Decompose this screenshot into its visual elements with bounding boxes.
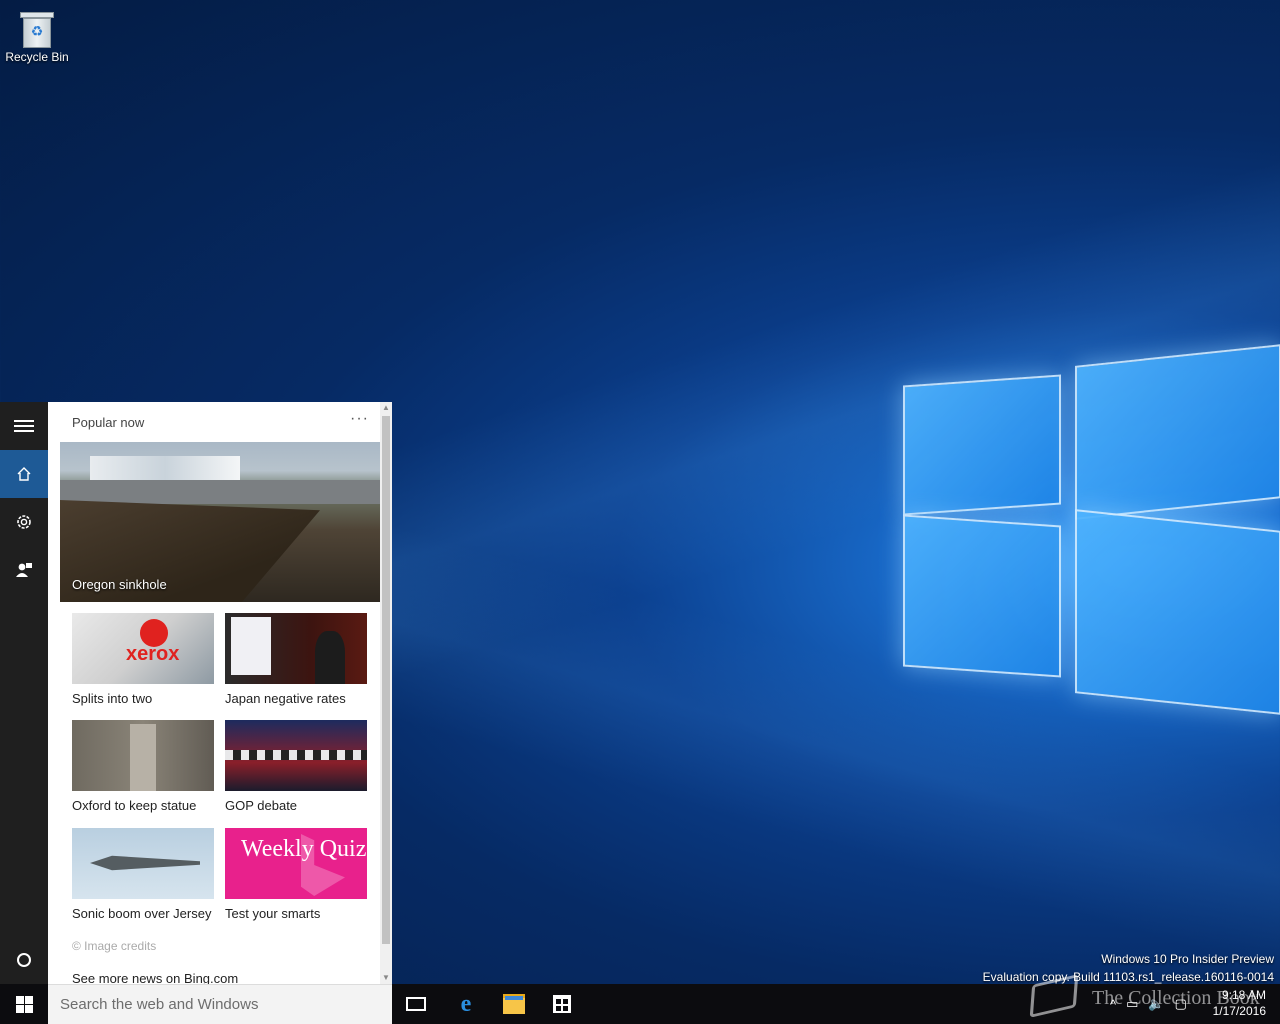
cortana-panel: Popular now ··· Oregon sinkhole xerox Sp… bbox=[48, 402, 392, 986]
news-caption: Oxford to keep statue bbox=[72, 798, 197, 813]
wallpaper-logo-pane bbox=[903, 374, 1061, 516]
news-caption: GOP debate bbox=[225, 798, 298, 813]
news-card[interactable]: Sonic boom over Jersey bbox=[72, 828, 214, 921]
feedback-icon[interactable] bbox=[0, 546, 48, 594]
news-caption: Japan negative rates bbox=[225, 691, 346, 706]
news-thumbnail bbox=[72, 828, 214, 899]
news-card[interactable]: Oxford to keep statue bbox=[72, 720, 214, 813]
gear-icon[interactable] bbox=[0, 498, 48, 546]
search-input[interactable] bbox=[48, 985, 392, 1024]
windows-logo-icon bbox=[15, 995, 33, 1013]
news-card[interactable]: Japan negative rates bbox=[225, 613, 367, 706]
news-card[interactable]: Weekly Quiz Test your smarts bbox=[225, 828, 367, 921]
hamburger-icon[interactable] bbox=[0, 402, 48, 450]
news-thumbnail bbox=[72, 720, 214, 791]
recycle-bin-icon: ♻ bbox=[20, 8, 54, 48]
image-credits-link[interactable]: © Image credits bbox=[72, 939, 156, 953]
news-caption: Sonic boom over Jersey bbox=[72, 906, 212, 921]
store-icon bbox=[553, 995, 571, 1013]
desktop-icon-label: Recycle Bin bbox=[5, 50, 69, 64]
file-explorer-icon bbox=[503, 994, 525, 1014]
scroll-up-icon[interactable]: ▲ bbox=[380, 402, 392, 414]
book-icon bbox=[1029, 974, 1079, 1018]
hero-caption: Oregon sinkhole bbox=[72, 577, 167, 592]
news-thumbnail bbox=[225, 613, 367, 684]
news-card[interactable]: GOP debate bbox=[225, 720, 367, 813]
scrollbar[interactable]: ▲ ▼ bbox=[380, 402, 392, 984]
desktop-icon-recycle-bin[interactable]: ♻ Recycle Bin bbox=[4, 6, 70, 64]
scrollbar-thumb[interactable] bbox=[382, 416, 390, 944]
cortana-circle-icon[interactable] bbox=[0, 936, 48, 984]
news-thumbnail: Weekly Quiz bbox=[225, 828, 367, 899]
wallpaper-logo-pane bbox=[903, 514, 1061, 678]
file-explorer-button[interactable] bbox=[490, 984, 538, 1024]
edge-button[interactable]: e bbox=[442, 984, 490, 1024]
hero-news-card[interactable]: Oregon sinkhole bbox=[60, 442, 380, 602]
edge-icon: e bbox=[460, 990, 472, 1017]
quiz-thumbnail-text: Weekly Quiz bbox=[241, 836, 367, 862]
thumbnail-logo-text: xerox bbox=[126, 643, 180, 665]
task-view-button[interactable] bbox=[392, 984, 440, 1024]
section-title: Popular now bbox=[72, 415, 145, 430]
site-watermark: The Collection Book bbox=[1029, 974, 1262, 1021]
home-icon[interactable] bbox=[0, 450, 48, 498]
wallpaper-logo-pane bbox=[1075, 509, 1280, 715]
more-options-icon[interactable]: ··· bbox=[350, 410, 369, 428]
task-view-icon bbox=[406, 997, 426, 1011]
news-card[interactable]: xerox Splits into two bbox=[72, 613, 214, 706]
scroll-down-icon[interactable]: ▼ bbox=[380, 972, 392, 984]
watermark-edition: Windows 10 Pro Insider Preview bbox=[1101, 952, 1274, 966]
start-button[interactable] bbox=[0, 984, 48, 1024]
news-thumbnail bbox=[225, 720, 367, 791]
news-thumbnail: xerox bbox=[72, 613, 214, 684]
site-watermark-text: The Collection Book bbox=[1092, 987, 1260, 1009]
news-caption: Test your smarts bbox=[225, 906, 321, 921]
wallpaper-logo-pane bbox=[1075, 344, 1280, 520]
cortana-sidebar bbox=[0, 402, 48, 984]
store-button[interactable] bbox=[538, 984, 586, 1024]
search-box[interactable] bbox=[48, 984, 392, 1024]
news-caption: Splits into two bbox=[72, 691, 153, 706]
